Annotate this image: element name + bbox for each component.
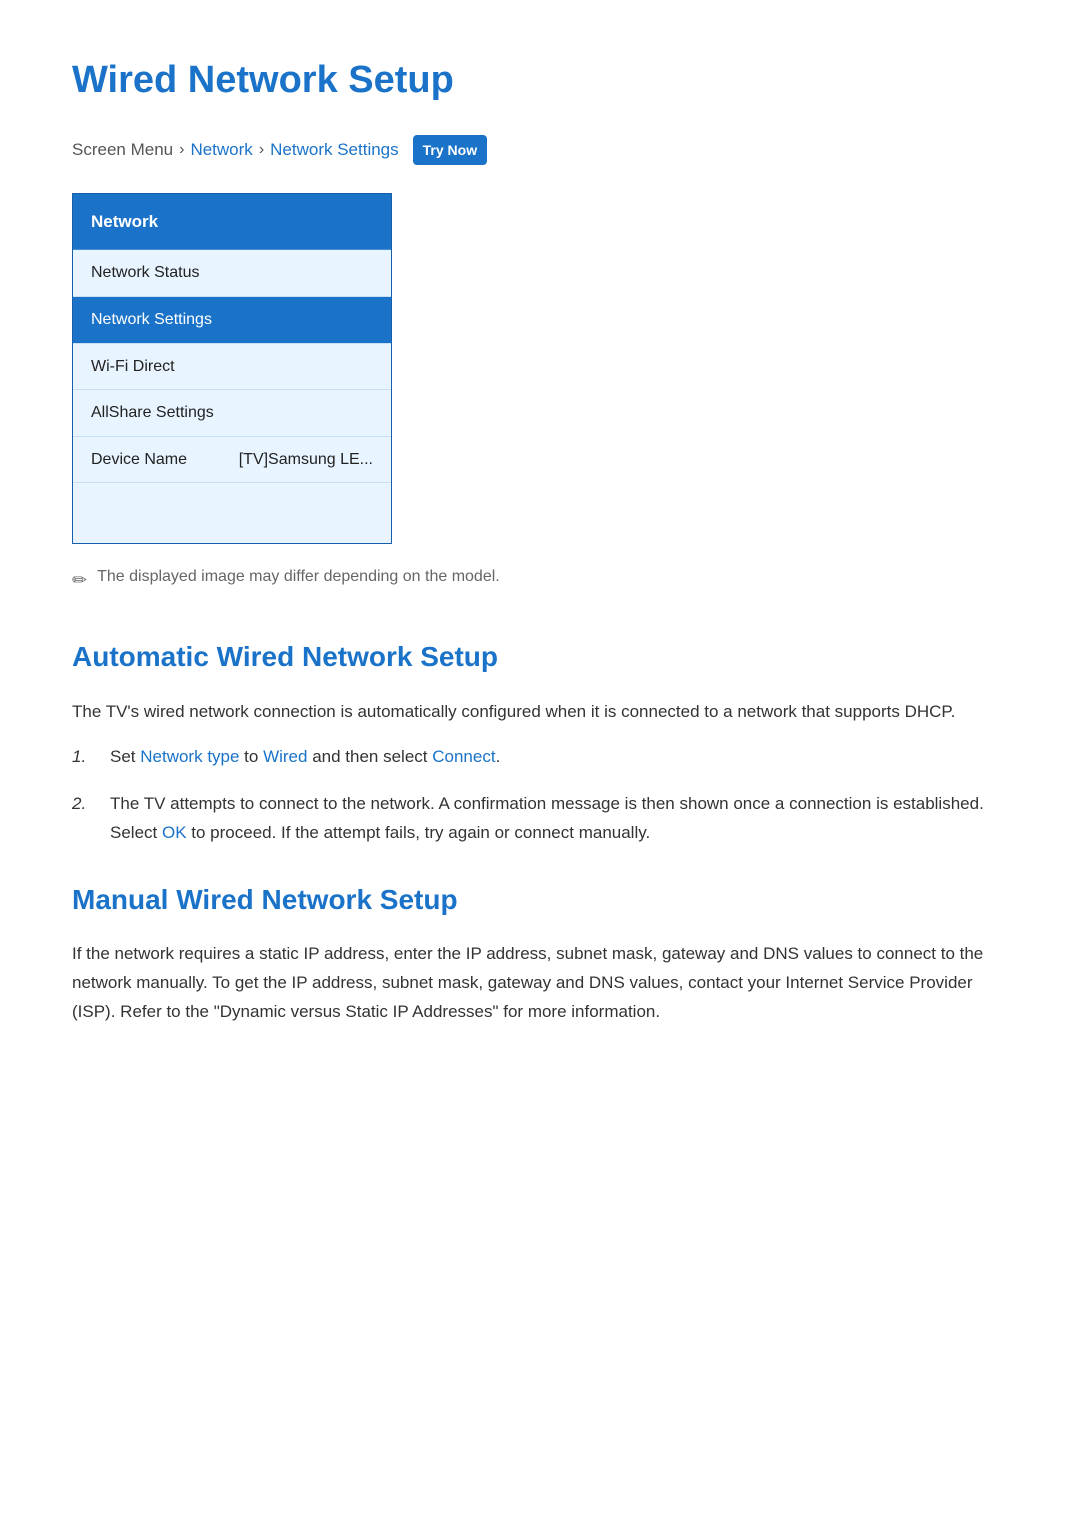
- breadcrumb: Screen Menu › Network › Network Settings…: [72, 135, 1008, 165]
- note-section: ✏ The displayed image may differ dependi…: [72, 564, 1008, 595]
- step-1-number: 1.: [72, 743, 96, 772]
- breadcrumb-network[interactable]: Network: [190, 136, 252, 163]
- breadcrumb-sep-2: ›: [259, 137, 264, 163]
- menu-item-value: [TV]Samsung LE...: [239, 447, 373, 473]
- menu-item-network-settings[interactable]: Network Settings: [73, 297, 391, 344]
- breadcrumb-screen-menu: Screen Menu: [72, 136, 173, 163]
- menu-panel-header: Network: [73, 194, 391, 250]
- step-1-text: Set Network type to Wired and then selec…: [110, 743, 1008, 772]
- menu-item-allshare-settings[interactable]: AllShare Settings: [73, 390, 391, 437]
- menu-item-label: AllShare Settings: [91, 404, 214, 421]
- pencil-icon: ✏: [72, 566, 87, 595]
- step-2-text: The TV attempts to connect to the networ…: [110, 790, 1008, 848]
- manual-section-title: Manual Wired Network Setup: [72, 878, 1008, 923]
- menu-item-label: Wi-Fi Direct: [91, 358, 175, 375]
- automatic-section-title: Automatic Wired Network Setup: [72, 635, 1008, 680]
- automatic-section-intro: The TV's wired network connection is aut…: [72, 698, 1008, 727]
- step-2: 2. The TV attempts to connect to the net…: [72, 790, 1008, 848]
- page-title: Wired Network Setup: [72, 50, 1008, 111]
- menu-item-network-status[interactable]: Network Status: [73, 250, 391, 297]
- automatic-steps-list: 1. Set Network type to Wired and then se…: [72, 743, 1008, 848]
- automatic-section: Automatic Wired Network Setup The TV's w…: [72, 635, 1008, 847]
- step-2-ok: OK: [162, 823, 187, 842]
- note-text: The displayed image may differ depending…: [97, 564, 500, 590]
- menu-item-label: Device Name: [91, 447, 187, 473]
- breadcrumb-network-settings[interactable]: Network Settings: [270, 136, 399, 163]
- menu-item-wifi-direct[interactable]: Wi-Fi Direct: [73, 344, 391, 391]
- manual-section: Manual Wired Network Setup If the networ…: [72, 878, 1008, 1027]
- step-1-network-type: Network type: [140, 747, 239, 766]
- step-1-wired: Wired: [263, 747, 307, 766]
- step-1: 1. Set Network type to Wired and then se…: [72, 743, 1008, 772]
- step-1-connect: Connect: [432, 747, 495, 766]
- menu-item-device-name[interactable]: Device Name [TV]Samsung LE...: [73, 437, 391, 484]
- manual-section-body: If the network requires a static IP addr…: [72, 940, 1008, 1027]
- breadcrumb-sep-1: ›: [179, 137, 184, 163]
- menu-spacer: [73, 483, 391, 543]
- network-menu-panel: Network Network Status Network Settings …: [72, 193, 392, 544]
- step-2-number: 2.: [72, 790, 96, 819]
- menu-item-label: Network Status: [91, 264, 199, 281]
- try-now-badge[interactable]: Try Now: [413, 135, 487, 165]
- menu-item-label: Network Settings: [91, 311, 212, 328]
